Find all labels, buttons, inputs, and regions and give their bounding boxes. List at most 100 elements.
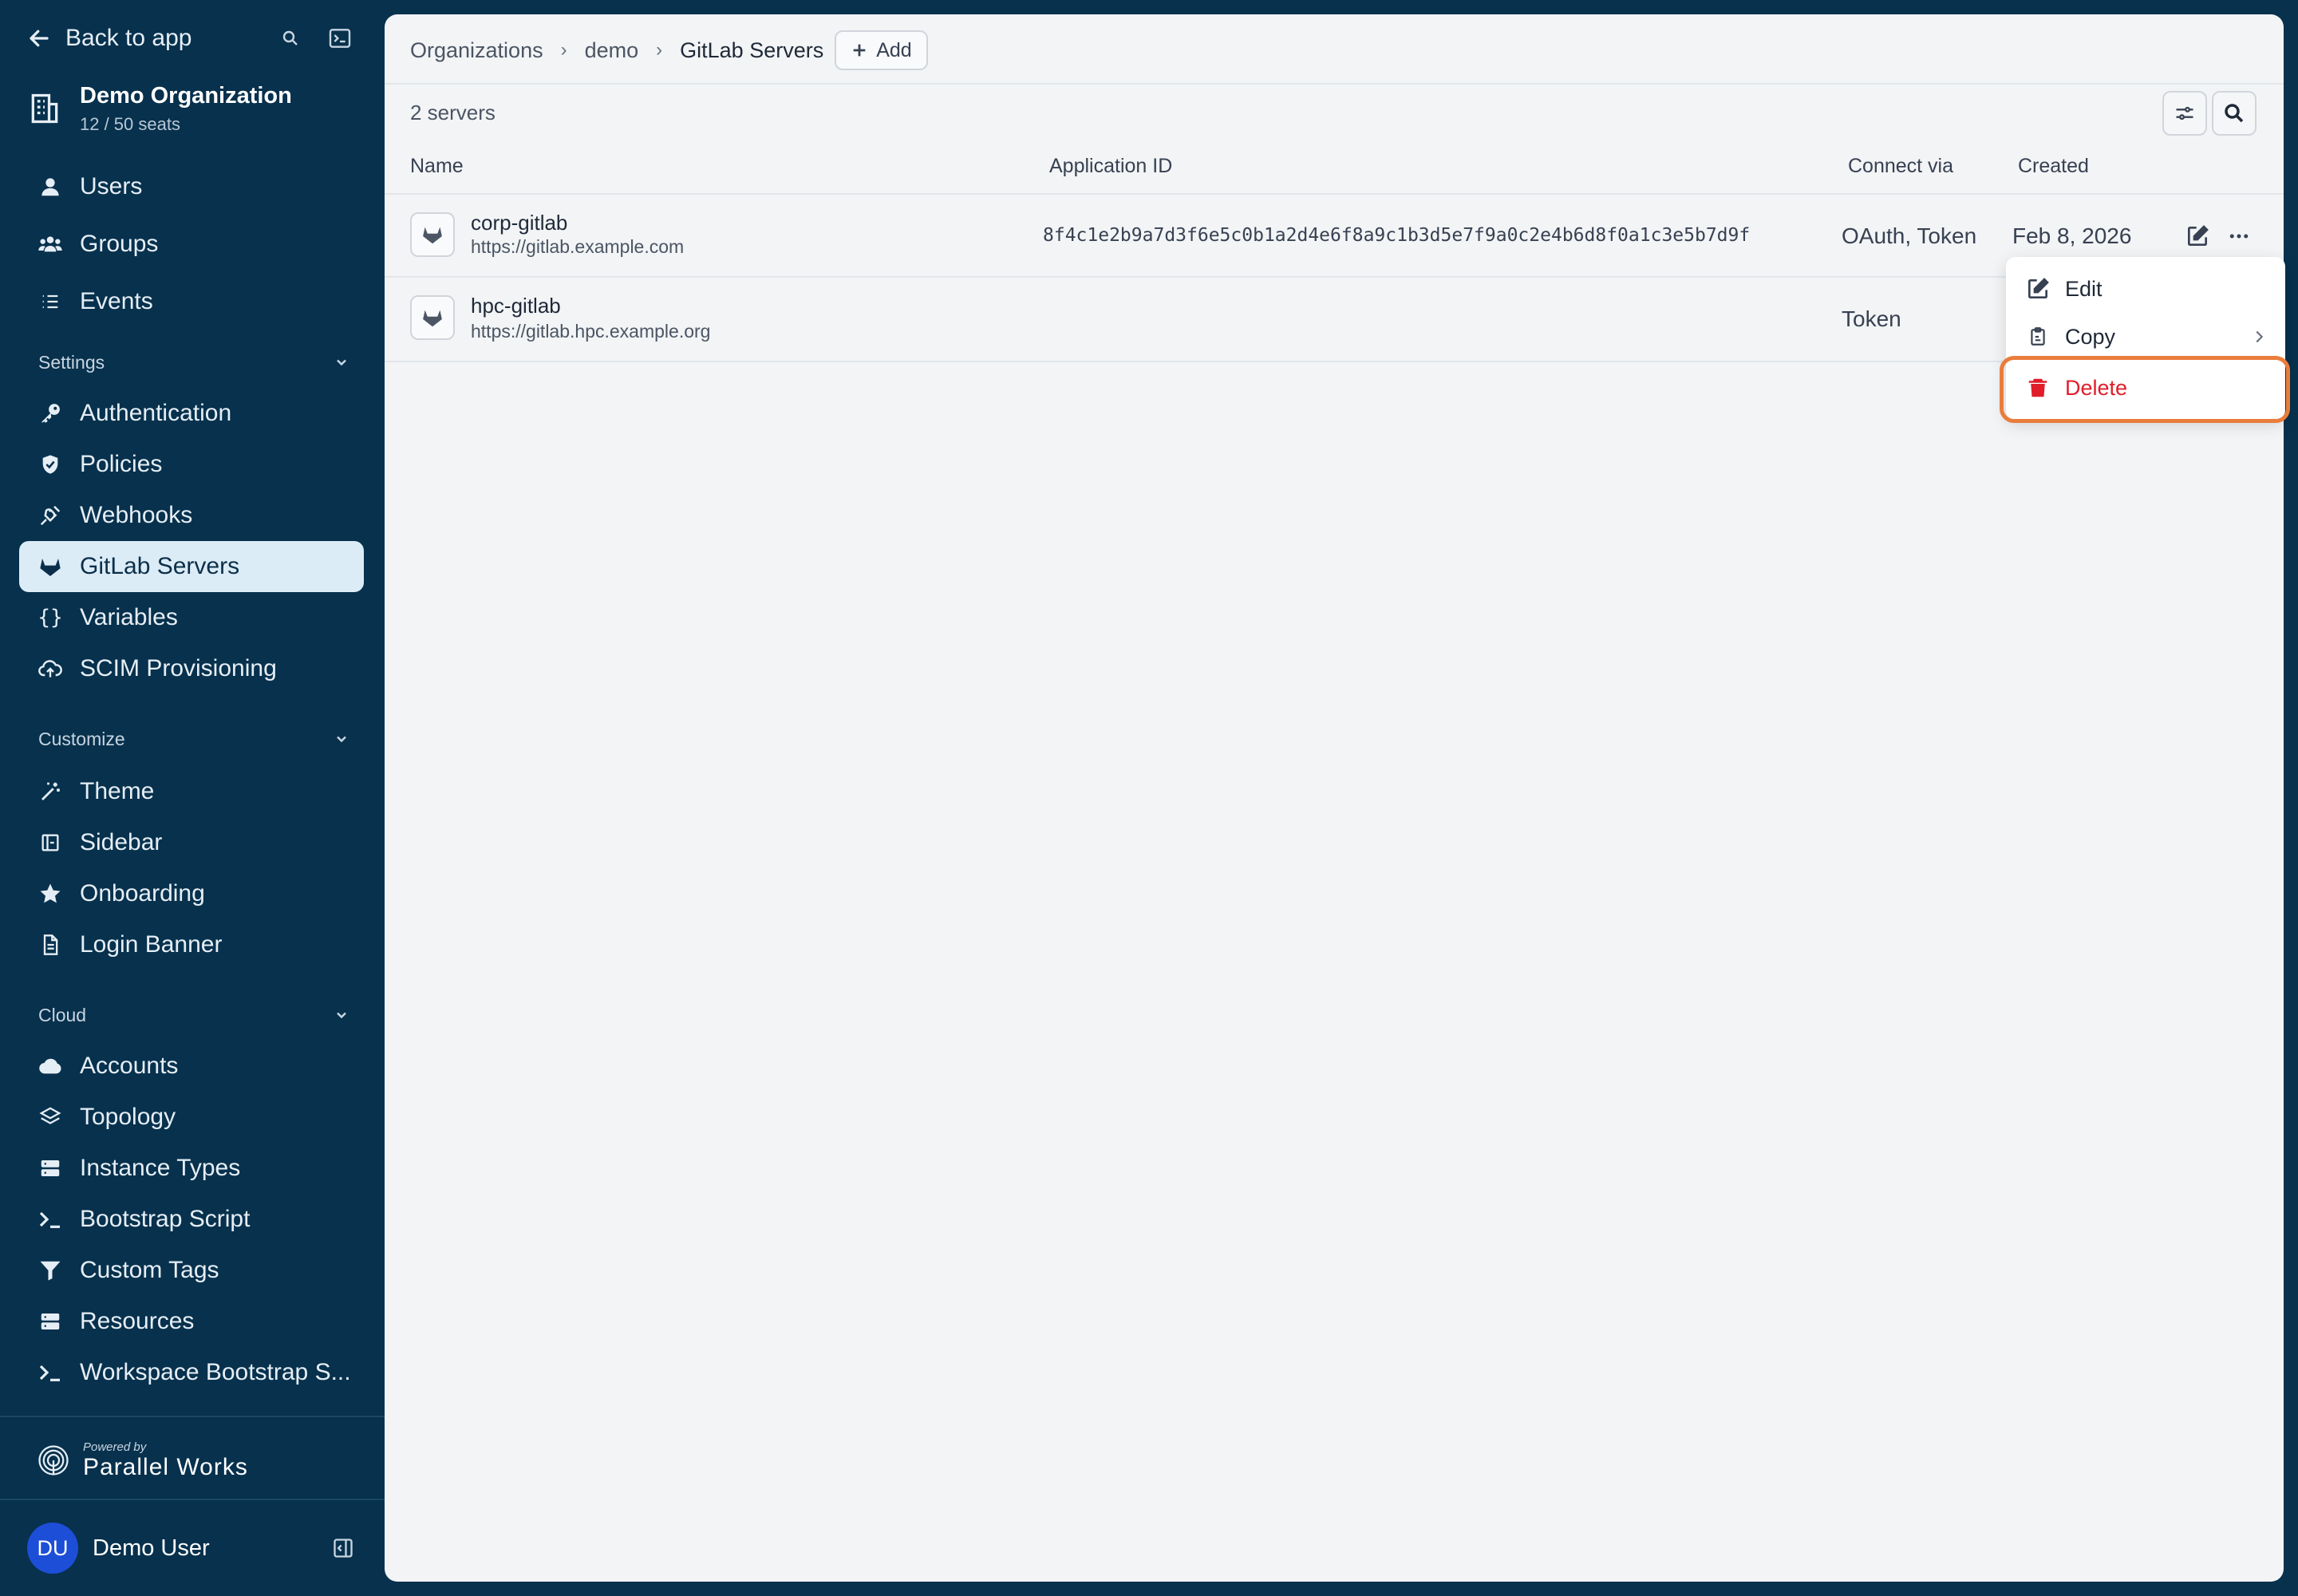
edit-icon (2024, 275, 2052, 303)
shield-icon (37, 451, 64, 478)
search-button[interactable] (276, 24, 305, 53)
breadcrumb-demo[interactable]: demo (585, 38, 639, 63)
menu-item-edit-label: Edit (2065, 276, 2103, 301)
sidebar-item-topology[interactable]: Topology (19, 1092, 364, 1143)
breadcrumb-organizations[interactable]: Organizations (410, 38, 543, 63)
search-table-button[interactable] (2212, 91, 2257, 136)
file-icon (37, 931, 64, 958)
server-name: hpc-gitlab (471, 294, 561, 318)
column-header-created[interactable]: Created (2018, 155, 2089, 178)
sidebar-item-label: Login Banner (80, 931, 223, 958)
sidebar-item-theme[interactable]: Theme (19, 766, 364, 817)
sidebar-item-users[interactable]: Users (19, 161, 364, 212)
sidebar-item-groups[interactable]: Groups (19, 219, 364, 270)
more-actions-button[interactable] (2223, 220, 2255, 252)
sidebar-item-gitlab-servers[interactable]: GitLab Servers (19, 541, 364, 592)
terminal-icon (37, 1206, 64, 1233)
user-icon (37, 173, 64, 200)
sidebar-item-label: Sidebar (80, 829, 163, 855)
sidebar-item-bootstrap-script[interactable]: Bootstrap Script (19, 1194, 364, 1245)
sidebar-item-workspace-bootstrap-script[interactable]: Workspace Bootstrap S... (19, 1347, 364, 1398)
sidebar-item-events[interactable]: Events (19, 276, 364, 327)
trash-icon (2024, 373, 2052, 402)
sidebar-item-scim-provisioning[interactable]: SCIM Provisioning (19, 643, 364, 694)
sidebar: Back to app Demo Organization 12 / 50 se… (0, 0, 385, 1596)
server-url: https://gitlab.example.com (471, 236, 685, 257)
user-menu[interactable]: DU Demo User (27, 1523, 354, 1574)
sidebar-item-label: Custom Tags (80, 1257, 219, 1283)
section-cloud-label: Cloud (38, 1004, 87, 1025)
sidebar-item-accounts[interactable]: Accounts (19, 1041, 364, 1092)
organization-seats: 12 / 50 seats (80, 113, 180, 134)
terminal-button[interactable] (326, 24, 354, 53)
section-cloud-toggle[interactable]: Cloud (38, 999, 349, 1031)
sidebar-item-label: Variables (80, 604, 178, 630)
gitlab-icon (410, 295, 455, 340)
parallel-works-logo-icon (38, 1445, 69, 1476)
sidebar-item-label: Groups (80, 231, 159, 257)
sidebar-item-variables[interactable]: {} Variables (19, 592, 364, 643)
sidebar-item-label: Authentication (80, 400, 232, 426)
chevron-down-icon (337, 736, 346, 743)
column-header-connect-via[interactable]: Connect via (1848, 155, 1953, 178)
table-divider (385, 193, 2284, 195)
menu-item-copy[interactable]: Copy (2006, 313, 2285, 361)
search-icon (2225, 104, 2244, 123)
column-header-name[interactable]: Name (410, 155, 464, 178)
collapse-sidebar-icon[interactable] (332, 1537, 354, 1559)
sidebar-item-custom-tags[interactable]: Custom Tags (19, 1245, 364, 1296)
sidebar-item-policies[interactable]: Policies (19, 439, 364, 490)
server-icon (37, 1155, 64, 1182)
building-icon (31, 93, 58, 124)
sliders-icon (2176, 106, 2193, 120)
search-icon (282, 30, 298, 45)
sidebar-item-authentication[interactable]: Authentication (19, 388, 364, 439)
menu-item-edit[interactable]: Edit (2006, 265, 2285, 313)
organization-switcher[interactable]: Demo Organization 12 / 50 seats (27, 77, 362, 140)
back-to-app-link[interactable]: Back to app (27, 22, 192, 54)
section-settings-toggle[interactable]: Settings (38, 346, 349, 378)
table-divider (385, 276, 2284, 278)
section-customize-toggle[interactable]: Customize (38, 723, 349, 755)
connect-via: Token (1842, 306, 1901, 331)
chevron-right-icon: › (656, 39, 663, 61)
cloud-upload-icon (37, 655, 64, 682)
column-header-application-id[interactable]: Application ID (1049, 155, 1172, 178)
gitlab-icon (37, 553, 64, 580)
sidebar-item-sidebar[interactable]: Sidebar (19, 817, 364, 868)
plus-icon (853, 44, 866, 57)
add-server-button[interactable]: Add (835, 30, 928, 70)
terminal-box-icon (329, 29, 351, 48)
column-settings-button[interactable] (2162, 91, 2207, 136)
edit-row-button[interactable] (2182, 220, 2213, 252)
sidebar-item-instance-types[interactable]: Instance Types (19, 1143, 364, 1194)
sidebar-item-label: Resources (80, 1308, 195, 1334)
sidebar-item-label: Theme (80, 778, 155, 804)
breadcrumb: Organizations › demo › GitLab Servers Ad… (410, 30, 928, 70)
sidebar-item-label: Webhooks (80, 502, 193, 528)
table-divider (385, 361, 2284, 362)
chevron-right-icon (2256, 330, 2264, 343)
brand-name: Parallel Works (83, 1453, 248, 1480)
sidebar-item-label: Events (80, 288, 153, 314)
sidebar-item-label: Workspace Bootstrap S... (80, 1359, 351, 1385)
braces-icon: {} (38, 606, 63, 630)
menu-item-delete-label: Delete (2065, 375, 2128, 400)
sidebar-item-login-banner[interactable]: Login Banner (19, 919, 364, 970)
sidebar-item-webhooks[interactable]: Webhooks (19, 490, 364, 541)
sidebar-item-onboarding[interactable]: Onboarding (19, 868, 364, 919)
sidebar-item-label: Policies (80, 451, 163, 477)
menu-item-delete[interactable]: Delete (2006, 364, 2285, 412)
powered-by-label: Powered by (83, 1440, 147, 1454)
terminal-icon (37, 1359, 64, 1386)
sidebar-item-label: SCIM Provisioning (80, 655, 277, 681)
organization-name: Demo Organization (80, 82, 292, 109)
filter-icon (37, 1257, 64, 1284)
application-id: 8f4c1e2b9a7d3f6e5c0b1a2d4e6f8a9c1b3d5e7f… (1043, 225, 1751, 246)
sidebar-item-resources[interactable]: Resources (19, 1296, 364, 1347)
breadcrumb-gitlab-servers: GitLab Servers (680, 38, 824, 62)
sidebar-icon (37, 829, 64, 856)
avatar: DU (27, 1523, 78, 1574)
header-divider (385, 83, 2284, 85)
sidebar-item-label: Topology (80, 1104, 176, 1130)
